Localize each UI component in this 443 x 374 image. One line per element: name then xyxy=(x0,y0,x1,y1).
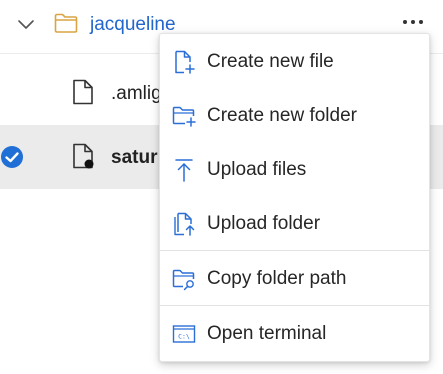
menu-divider xyxy=(160,250,429,251)
file-name[interactable]: .amlig xyxy=(111,82,162,106)
folder-icon xyxy=(54,13,78,33)
new-file-icon xyxy=(175,50,195,74)
menu-item-label: Upload files xyxy=(207,159,307,180)
file-icon xyxy=(73,79,93,105)
new-folder-icon xyxy=(172,106,196,127)
menu-item-label: Create new folder xyxy=(207,105,357,126)
svg-text:C:\: C:\ xyxy=(178,333,190,341)
upload-icon xyxy=(175,159,193,182)
menu-item-label: Copy folder path xyxy=(207,268,347,289)
checkmark-circle-icon[interactable] xyxy=(0,145,24,169)
menu-item-upload-files[interactable]: Upload files xyxy=(160,144,429,196)
menu-item-label: Upload folder xyxy=(207,213,321,234)
menu-item-label: Create new file xyxy=(207,51,334,72)
menu-item-create-new-file[interactable]: Create new file xyxy=(160,36,429,88)
context-menu: Create new file Create new folder Upload… xyxy=(159,33,430,362)
more-horizontal-icon[interactable] xyxy=(401,17,425,27)
file-explorer-panel: jacqueline .amlig satur Create new file … xyxy=(0,0,443,374)
file-name[interactable]: satur xyxy=(111,146,157,170)
menu-item-upload-folder[interactable]: Upload folder xyxy=(160,198,429,250)
menu-item-label: Open terminal xyxy=(207,323,327,344)
terminal-icon: C:\ xyxy=(172,325,196,343)
menu-item-create-new-folder[interactable]: Create new folder xyxy=(160,90,429,142)
chevron-down-icon[interactable] xyxy=(16,15,36,35)
file-modified-icon xyxy=(73,143,94,169)
copy-folder-path-icon xyxy=(172,269,195,291)
menu-item-copy-folder-path[interactable]: Copy folder path xyxy=(160,253,429,305)
menu-item-open-terminal[interactable]: C:\ Open terminal xyxy=(160,308,429,360)
menu-divider xyxy=(160,305,429,306)
upload-folder-icon xyxy=(174,212,195,236)
